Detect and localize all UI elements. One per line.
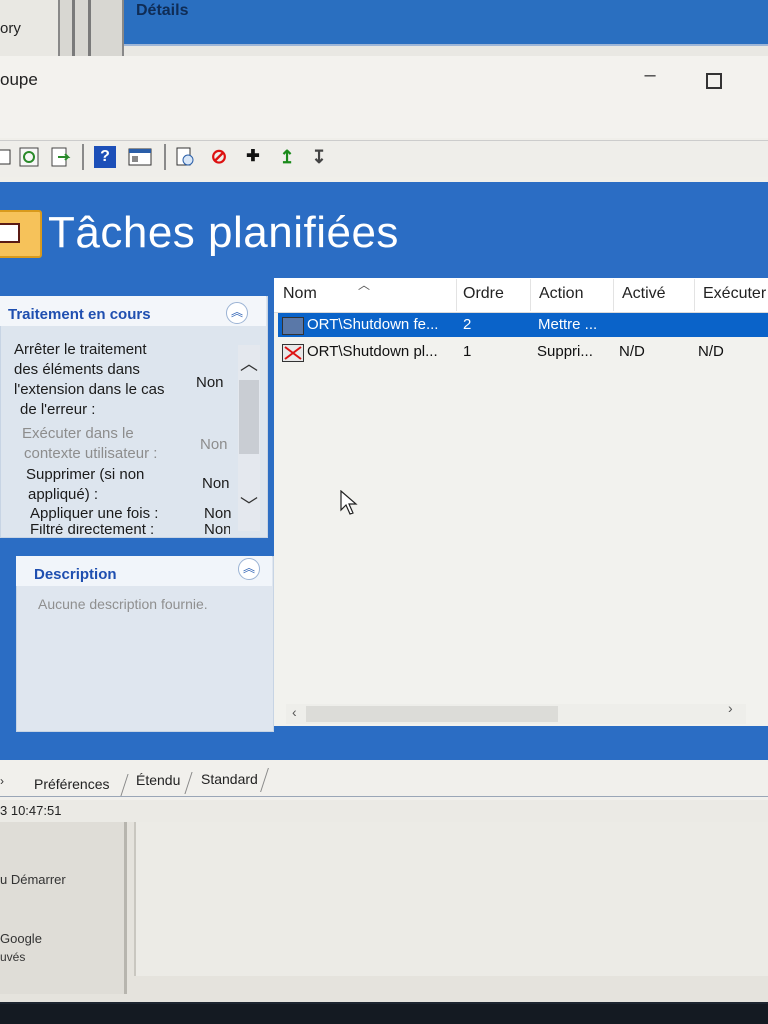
description-panel-title: Description (34, 566, 117, 583)
column-enabled[interactable]: Activé (622, 285, 666, 303)
prop-clipped-row: Filtré directement : Non (30, 524, 230, 534)
column-name[interactable]: Nom (283, 285, 317, 303)
prop-label: Filtré directement : (30, 524, 155, 534)
tab-standard[interactable]: Standard (201, 771, 258, 787)
mouse-pointer-icon (340, 490, 358, 515)
prop-value: Non (204, 524, 230, 534)
scroll-down-icon[interactable]: ﹀ (238, 492, 260, 518)
background-list-item: uvés (0, 950, 26, 964)
cell-name: ORT\Shutdown fe... (307, 316, 439, 333)
column-order[interactable]: Ordre (463, 285, 504, 303)
description-text: Aucune description fournie. (38, 596, 208, 612)
processing-panel-title: Traitement en cours (8, 306, 151, 323)
maximize-button[interactable] (706, 73, 722, 89)
help-icon[interactable]: ? (94, 146, 116, 168)
task-list-hscroll-thumb[interactable] (306, 706, 558, 722)
table-row[interactable]: ORT\Shutdown fe... 2 Mettre ... (278, 313, 768, 337)
background-list-item: u Démarrer (0, 872, 66, 887)
refresh-icon[interactable] (18, 146, 40, 168)
scheduled-tasks-icon-inner (0, 223, 20, 243)
export-list-icon[interactable] (50, 146, 72, 168)
tab-strip (0, 760, 768, 800)
splitter-line (88, 0, 91, 56)
cell-name: ORT\Shutdown pl... (307, 343, 438, 360)
cell-order: 2 (463, 316, 472, 333)
prop-value: Non (196, 374, 224, 391)
table-row[interactable]: ORT\Shutdown pl... 1 Suppri... N/D N/D (278, 340, 768, 364)
prop-label: Arrêter le traitement des éléments dans … (14, 341, 165, 418)
move-up-icon[interactable]: ↥ (276, 146, 298, 168)
scroll-up-icon[interactable]: ︿ (238, 350, 260, 376)
window-title: oupe (0, 70, 38, 89)
cell-order: 1 (463, 343, 472, 360)
sort-arrow-icon: ︿ (358, 278, 371, 292)
toolbar-separator (164, 144, 166, 170)
column-separator[interactable] (456, 279, 457, 311)
column-separator[interactable] (613, 279, 614, 311)
toolbar-up-icon[interactable] (0, 146, 16, 168)
new-item-icon[interactable] (174, 146, 196, 168)
scroll-right-icon[interactable]: › (728, 700, 733, 716)
splitter-line (72, 0, 75, 56)
tab-baseline (0, 796, 768, 797)
prop-label: Exécuter dans le contexte utilisateur : (22, 425, 158, 462)
prop-label: Appliquer une fois : (30, 505, 159, 522)
page-title: Tâches planifiées (48, 208, 399, 257)
column-action[interactable]: Action (539, 285, 583, 303)
column-run[interactable]: Exécuter (703, 285, 766, 303)
background-left-pane (0, 822, 127, 994)
background-details-label: Détails (136, 2, 189, 19)
tab-preferences[interactable]: Préférences (34, 776, 109, 792)
column-separator[interactable] (530, 279, 531, 311)
task-disabled-icon (282, 344, 304, 362)
prop-value: Non (200, 436, 228, 453)
tab-scroll-icon[interactable]: › (0, 774, 4, 788)
processing-scroll-thumb[interactable] (239, 380, 259, 454)
background-tree-label: ory (0, 20, 21, 37)
collapse-processing-icon[interactable]: ︽ (226, 302, 248, 324)
prop-value: Non (202, 475, 230, 492)
status-bar (0, 800, 768, 822)
cell-enabled: N/D (619, 343, 645, 360)
move-down-icon[interactable]: ↧ (308, 146, 330, 168)
cell-action: Suppri... (537, 343, 593, 360)
background-main-pane (134, 822, 768, 976)
scroll-left-icon[interactable]: ‹ (292, 704, 297, 720)
minimize-button[interactable]: – (640, 64, 660, 94)
prop-label: Supprimer (si non appliqué) : (26, 466, 145, 503)
column-separator[interactable] (694, 279, 695, 311)
cell-run: N/D (698, 343, 724, 360)
status-time: 3 10:47:51 (0, 803, 62, 818)
tab-extended[interactable]: Étendu (136, 772, 180, 788)
task-icon (282, 317, 304, 335)
add-icon[interactable]: ✚ (242, 146, 264, 168)
background-splitter (58, 0, 124, 56)
background-list-item: Google (0, 931, 42, 946)
prop-value: Non (204, 505, 232, 522)
cell-action: Mettre ... (538, 316, 598, 333)
taskbar (0, 1004, 768, 1024)
disable-icon[interactable]: ⊘ (208, 146, 230, 168)
background-details-pane (124, 0, 768, 46)
show-hide-pane-icon[interactable] (128, 146, 152, 168)
collapse-description-icon[interactable]: ︽ (238, 558, 260, 580)
toolbar-separator (82, 144, 84, 170)
